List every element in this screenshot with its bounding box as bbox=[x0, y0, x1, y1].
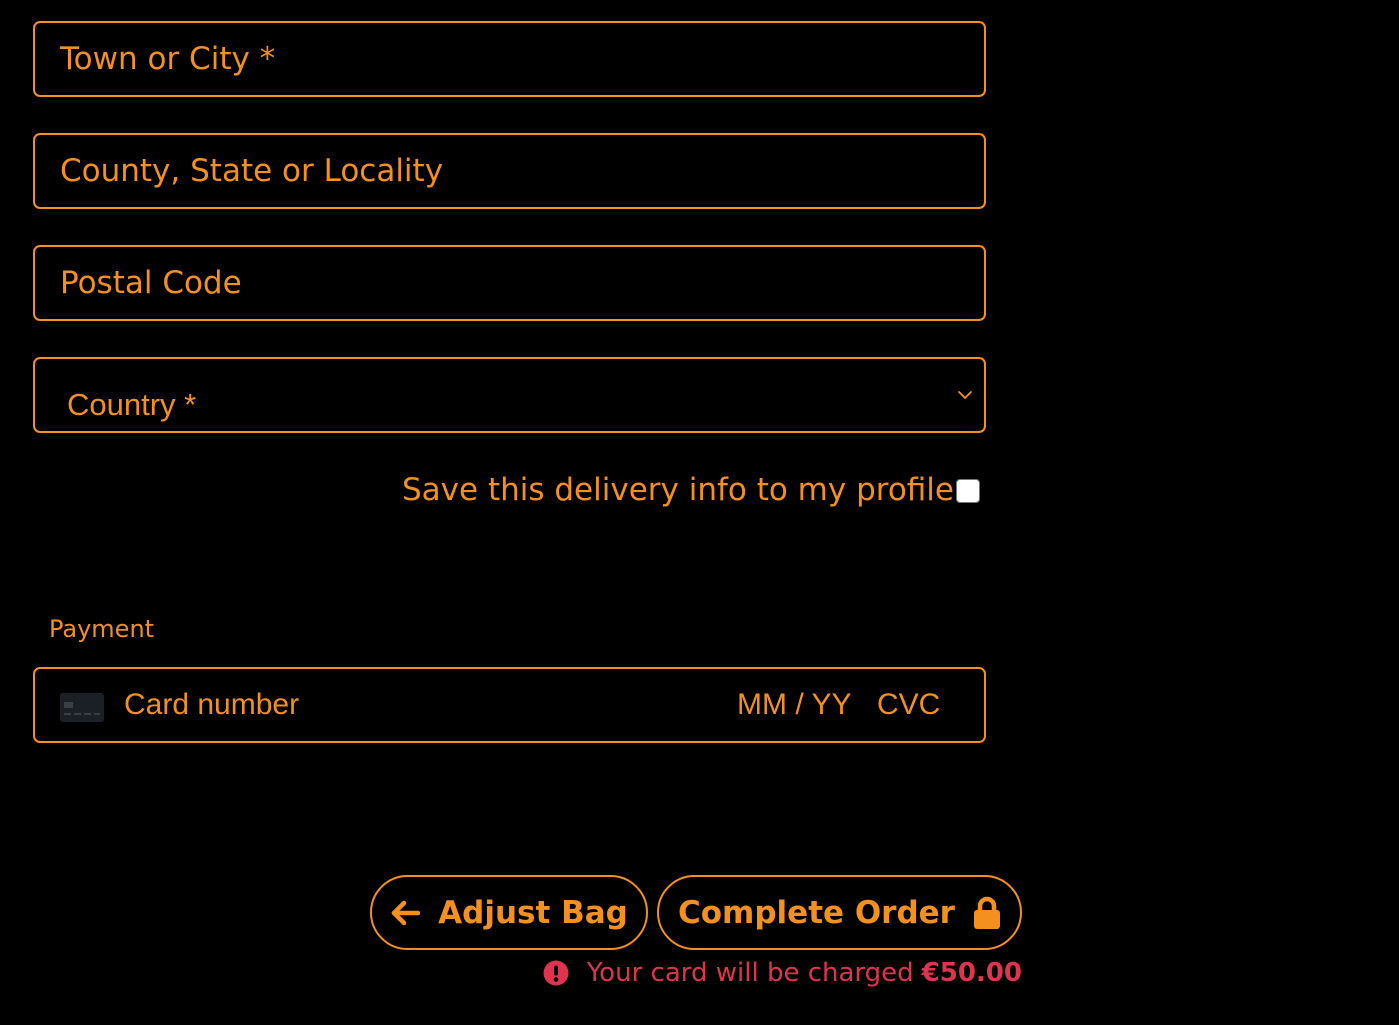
card-element-input[interactable]: Card number MM / YY CVC bbox=[33, 667, 986, 743]
credit-card-icon bbox=[60, 693, 104, 722]
save-delivery-info-checkbox[interactable] bbox=[956, 479, 980, 503]
charge-amount: €50.00 bbox=[921, 958, 1022, 988]
save-delivery-info-label: Save this delivery info to my profile bbox=[402, 472, 954, 508]
county-placeholder: County, State or Locality bbox=[60, 153, 444, 189]
chevron-down-icon bbox=[958, 391, 972, 399]
complete-order-label: Complete Order bbox=[678, 894, 955, 931]
lock-icon bbox=[973, 896, 1000, 929]
charge-notice-text: Your card will be charged bbox=[586, 958, 914, 988]
postal-code-input[interactable]: Postal Code bbox=[33, 245, 986, 321]
exclamation-circle-icon bbox=[543, 960, 569, 986]
town-city-placeholder: Town or City * bbox=[60, 41, 276, 77]
charge-notice: Your card will be charged €50.00 bbox=[543, 958, 1022, 988]
card-expiry-placeholder: MM / YY bbox=[737, 688, 852, 721]
card-number-placeholder: Card number bbox=[124, 688, 300, 721]
country-placeholder: Country * bbox=[67, 387, 197, 422]
complete-order-button[interactable]: Complete Order bbox=[657, 875, 1022, 950]
country-select[interactable]: Country * bbox=[33, 357, 986, 433]
payment-section-label: Payment bbox=[49, 615, 155, 643]
card-cvc-placeholder: CVC bbox=[877, 688, 941, 721]
postal-code-placeholder: Postal Code bbox=[60, 265, 242, 301]
county-state-locality-input[interactable]: County, State or Locality bbox=[33, 133, 986, 209]
arrow-left-icon bbox=[391, 900, 421, 925]
adjust-bag-label: Adjust Bag bbox=[438, 894, 628, 931]
save-delivery-info-row: Save this delivery info to my profile bbox=[402, 472, 980, 508]
adjust-bag-button[interactable]: Adjust Bag bbox=[370, 875, 648, 950]
town-city-input[interactable]: Town or City * bbox=[33, 21, 986, 97]
